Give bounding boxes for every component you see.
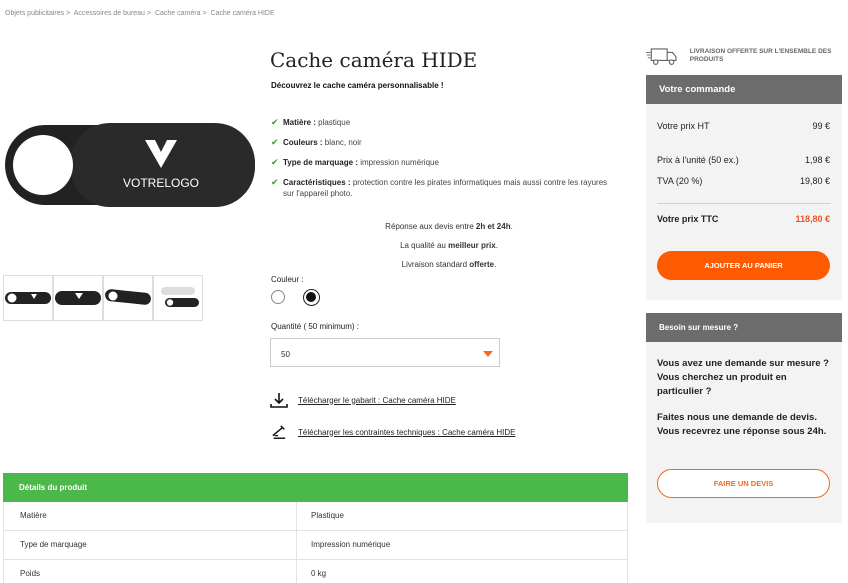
table-row: Matière Plastique	[3, 502, 628, 531]
feature-item: ✔ Couleurs : blanc, noir	[271, 137, 362, 148]
info-lines: Réponse aux devis entre 2h et 24h. La qu…	[270, 222, 628, 279]
quantity-label: Quantité ( 50 minimum) :	[271, 322, 360, 331]
divider	[657, 203, 831, 204]
request-quote-button[interactable]: Faire un devis	[657, 469, 830, 498]
price-ht-row: Votre prix HT 99 €	[657, 121, 830, 131]
download-template-link[interactable]: Télécharger le gabarit : Cache caméra HI…	[270, 392, 456, 408]
feature-list: ✔ Matière : plastique ✔ Couleurs : blanc, …	[271, 117, 611, 208]
info-line: Réponse aux devis entre 2h et 24h.	[385, 222, 513, 231]
download-icon	[270, 393, 288, 408]
product-details-table: Détails du produit Matière Plastique Typ…	[3, 473, 628, 583]
product-subtitle: Découvrez le cache caméra personnalisabl…	[271, 81, 444, 90]
logo-text: VOTRELOGO	[123, 176, 199, 190]
thumbnail-1[interactable]	[3, 275, 53, 321]
feature-item: ✔ Type de marquage : impression numérique	[271, 157, 439, 168]
shipping-text: Livraison offerte sur l'ensemble des pro…	[689, 48, 832, 63]
check-icon: ✔	[271, 177, 279, 187]
check-icon: ✔	[271, 137, 279, 147]
color-swatch-white[interactable]	[271, 290, 285, 304]
unit-price-row: Prix à l'unité (50 ex.) 1,98 €	[657, 155, 830, 165]
add-to-cart-button[interactable]: Ajouter au panier	[657, 251, 830, 280]
color-label: Couleur :	[271, 275, 304, 284]
custom-text-1: Vous avez une demande sur mesure ? Vous …	[657, 358, 829, 397]
breadcrumb-item: Cache caméra HIDE	[210, 10, 275, 17]
caret-down-icon	[483, 351, 493, 357]
custom-request-panel: Besoin sur mesure ? Vous avez une demand…	[646, 313, 842, 523]
breadcrumb: Objets publicitaires > Accessoires de bu…	[5, 10, 277, 17]
shipping-banner: Livraison offerte sur l'ensemble des pro…	[646, 45, 846, 67]
order-panel: Votre commande Votre prix HT 99 € Prix à …	[646, 75, 842, 300]
check-icon: ✔	[271, 117, 279, 127]
quantity-select[interactable]: 50	[270, 338, 500, 367]
color-swatch-black[interactable]	[303, 289, 320, 306]
product-title: Cache caméra HIDE	[270, 48, 478, 72]
thumbnail-2[interactable]	[53, 275, 103, 321]
breadcrumb-item[interactable]: Accessoires de bureau >	[74, 10, 151, 17]
info-line: La qualité au meilleur prix.	[400, 241, 498, 250]
info-line: Livraison standard offerte.	[401, 260, 497, 269]
details-header: Détails du produit	[3, 473, 628, 502]
tools-icon	[272, 425, 286, 439]
feature-item: ✔ Matière : plastique	[271, 117, 351, 128]
order-panel-title: Votre commande	[646, 75, 842, 104]
table-row: Poids 0 kg	[3, 560, 628, 583]
custom-panel-title: Besoin sur mesure ?	[646, 313, 842, 342]
product-main-image[interactable]: VOTRELOGO	[5, 120, 255, 210]
truck-icon	[646, 48, 677, 65]
price-ttc-row: Votre prix TTC 118,80 €	[657, 214, 830, 224]
feature-item: ✔ Caractéristiques : protection contre le…	[271, 177, 608, 199]
tva-row: TVA (20 %) 19,80 €	[657, 176, 830, 186]
thumbnail-3[interactable]	[103, 275, 153, 321]
breadcrumb-item[interactable]: Objets publicitaires >	[5, 10, 70, 17]
thumbnail-strip	[3, 275, 203, 321]
quantity-value: 50	[281, 350, 290, 359]
custom-text-2: Faites nous une demande de devis. Vous r…	[657, 412, 827, 437]
table-row: Type de marquage Impression numérique	[3, 531, 628, 560]
thumbnail-4[interactable]	[153, 275, 203, 321]
check-icon: ✔	[271, 157, 279, 167]
download-constraints-link[interactable]: Télécharger les contraintes techniques :…	[270, 424, 515, 440]
breadcrumb-item[interactable]: Cache caméra >	[155, 10, 207, 17]
